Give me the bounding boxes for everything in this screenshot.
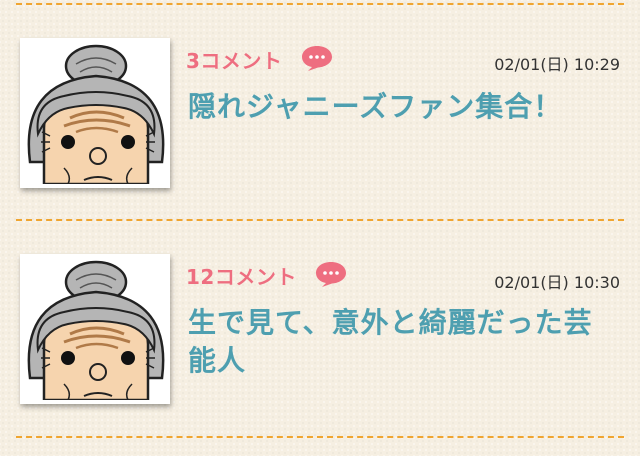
post-item[interactable]: 3コメント 02/01(日) 10:29 隠れジャニーズファン集合！ <box>0 38 640 238</box>
divider-bottom <box>16 436 624 438</box>
post-item[interactable]: 12コメント 02/01(日) 10:30 生で見て、意外と綺麗だった芸能人 <box>0 254 640 454</box>
avatar <box>20 254 170 404</box>
post-timestamp: 02/01(日) 10:30 <box>494 273 620 292</box>
comment-count[interactable]: 3コメント <box>186 45 282 74</box>
divider-middle <box>16 219 624 221</box>
post-title[interactable]: 生で見て、意外と綺麗だった芸能人 <box>188 304 620 380</box>
post-timestamp: 02/01(日) 10:29 <box>494 55 620 74</box>
comment-count[interactable]: 12コメント <box>186 261 297 290</box>
old-woman-avatar-icon <box>24 42 166 184</box>
post-title[interactable]: 隠れジャニーズファン集合！ <box>188 88 620 126</box>
speech-bubble-icon[interactable] <box>300 44 334 72</box>
divider-top <box>16 3 624 5</box>
avatar <box>20 38 170 188</box>
speech-bubble-icon[interactable] <box>314 260 348 288</box>
old-woman-avatar-icon <box>24 258 166 400</box>
